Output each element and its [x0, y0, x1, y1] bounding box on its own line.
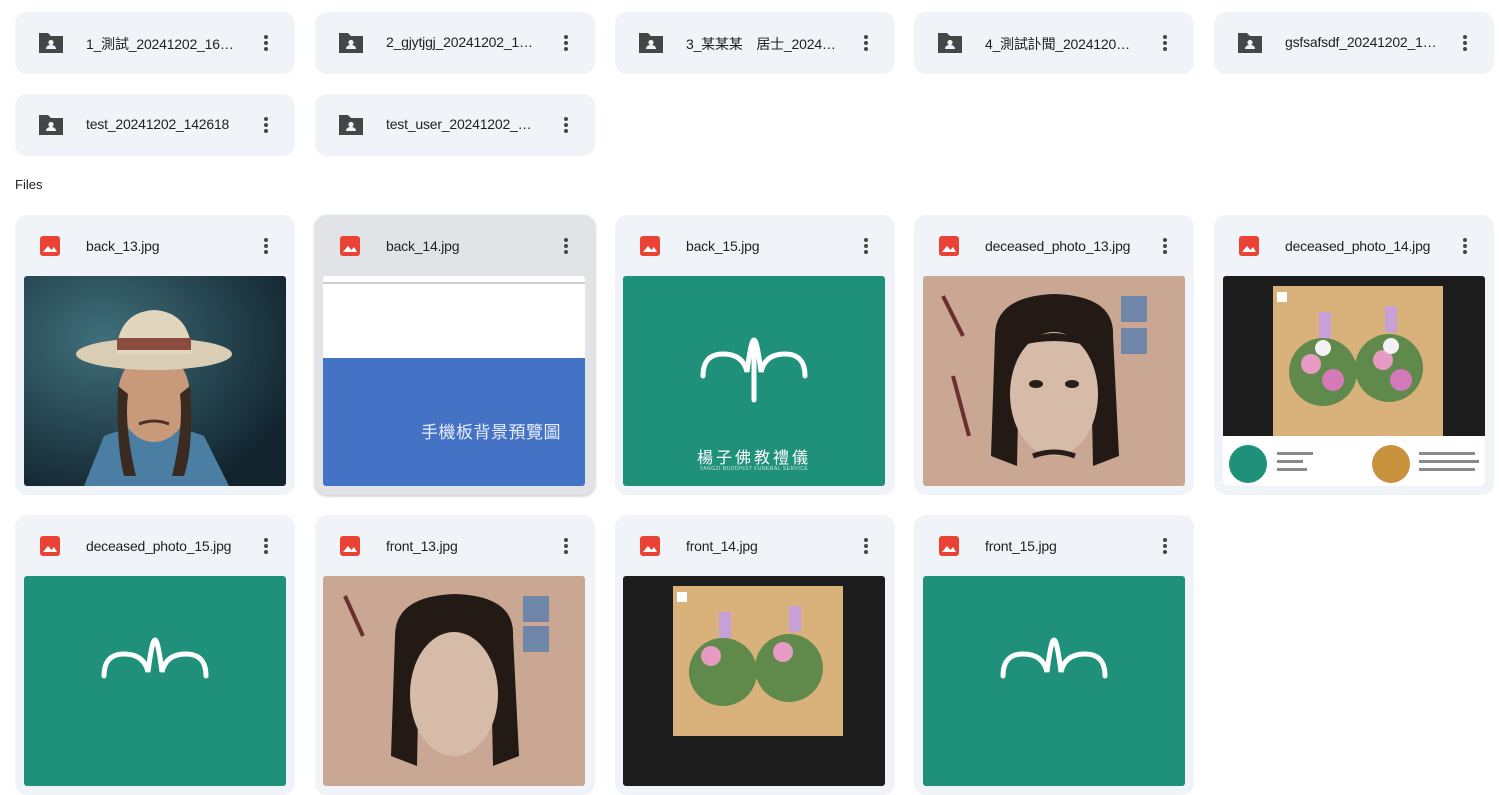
file-thumbnail [923, 276, 1185, 486]
shared-folder-icon [39, 33, 63, 53]
file-card[interactable]: deceased_photo_15.jpg [15, 515, 295, 795]
more-vert-icon[interactable] [1153, 31, 1177, 55]
file-thumbnail [623, 576, 885, 786]
file-card[interactable]: back_15.jpg 楊子佛教禮儀 YANGZI BUDDHIST FUNER… [615, 215, 895, 495]
shared-folder-icon [339, 115, 363, 135]
shared-folder-icon [39, 115, 63, 135]
file-name: front_15.jpg [985, 538, 1057, 554]
file-thumbnail [1223, 276, 1485, 486]
more-vert-icon[interactable] [1453, 234, 1477, 258]
more-vert-icon[interactable] [1153, 534, 1177, 558]
file-name: back_15.jpg [686, 238, 760, 254]
image-file-icon [1239, 236, 1259, 256]
folder-name: 3_某某某 居士_202412… [686, 36, 838, 52]
more-vert-icon[interactable] [1153, 234, 1177, 258]
shared-folder-icon [938, 33, 962, 53]
file-thumbnail [923, 576, 1185, 786]
more-vert-icon[interactable] [554, 31, 578, 55]
file-card-selected[interactable]: back_14.jpg 手機板背景預覽圖 [315, 215, 595, 495]
file-card[interactable]: front_15.jpg [914, 515, 1194, 795]
image-file-icon [939, 236, 959, 256]
image-file-icon [40, 236, 60, 256]
thumbnail-caption: 手機板背景預覽圖 [421, 423, 561, 442]
folder-name: test_20241202_142618 [86, 116, 230, 132]
files-section-label: Files [15, 177, 43, 192]
shared-folder-icon [1238, 33, 1262, 53]
more-vert-icon[interactable] [854, 31, 878, 55]
more-vert-icon[interactable] [854, 234, 878, 258]
brand-subtitle: YANGZI BUDDHIST FUNERAL SERVICE [699, 466, 809, 472]
folder-card[interactable]: test_20241202_142618 [15, 94, 295, 156]
file-card[interactable]: front_13.jpg [315, 515, 595, 795]
file-card[interactable]: deceased_photo_13.jpg [914, 215, 1194, 495]
file-name: deceased_photo_15.jpg [86, 538, 232, 554]
more-vert-icon[interactable] [854, 534, 878, 558]
folder-card[interactable]: 3_某某某 居士_202412… [615, 12, 895, 74]
file-card[interactable]: deceased_photo_14.jpg [1214, 215, 1494, 495]
file-name: back_13.jpg [86, 238, 160, 254]
image-file-icon [640, 236, 660, 256]
file-thumbnail: 楊子佛教禮儀 YANGZI BUDDHIST FUNERAL SERVICE [623, 276, 885, 486]
file-thumbnail: 手機板背景預覽圖 [323, 276, 585, 486]
more-vert-icon[interactable] [254, 31, 278, 55]
file-name: front_13.jpg [386, 538, 458, 554]
more-vert-icon[interactable] [1453, 31, 1477, 55]
shared-folder-icon [339, 33, 363, 53]
folder-card[interactable]: 4_測試訃聞_20241203_… [914, 12, 1194, 74]
more-vert-icon[interactable] [254, 534, 278, 558]
file-name: back_14.jpg [386, 238, 460, 254]
folder-card[interactable]: 2_gjytjgj_20241202_17… [315, 12, 595, 74]
file-name: deceased_photo_14.jpg [1285, 238, 1431, 254]
folder-card[interactable]: gsfsafsdf_20241202_1… [1214, 12, 1494, 74]
folder-name: 2_gjytjgj_20241202_17… [386, 34, 538, 50]
more-vert-icon[interactable] [554, 234, 578, 258]
file-card[interactable]: back_13.jpg [15, 215, 295, 495]
folder-card[interactable]: 1_測試_20241202_164555 [15, 12, 295, 74]
image-file-icon [40, 536, 60, 556]
file-name: front_14.jpg [686, 538, 758, 554]
image-file-icon [340, 236, 360, 256]
file-name: deceased_photo_13.jpg [985, 238, 1131, 254]
folder-name: 4_測試訃聞_20241203_… [985, 36, 1137, 52]
folder-card[interactable]: test_user_20241202_16… [315, 94, 595, 156]
more-vert-icon[interactable] [554, 113, 578, 137]
image-file-icon [640, 536, 660, 556]
folder-name: 1_測試_20241202_164555 [86, 36, 238, 52]
brand-title: 楊子佛教禮儀 [696, 450, 811, 467]
more-vert-icon[interactable] [254, 113, 278, 137]
file-card[interactable]: front_14.jpg [615, 515, 895, 795]
file-thumbnail [24, 576, 286, 786]
image-file-icon [939, 536, 959, 556]
image-file-icon [340, 536, 360, 556]
file-thumbnail [24, 276, 286, 486]
shared-folder-icon [639, 33, 663, 53]
more-vert-icon[interactable] [254, 234, 278, 258]
file-thumbnail [323, 576, 585, 786]
folder-name: test_user_20241202_16… [386, 116, 538, 132]
folder-name: gsfsafsdf_20241202_1… [1285, 34, 1437, 50]
more-vert-icon[interactable] [554, 534, 578, 558]
